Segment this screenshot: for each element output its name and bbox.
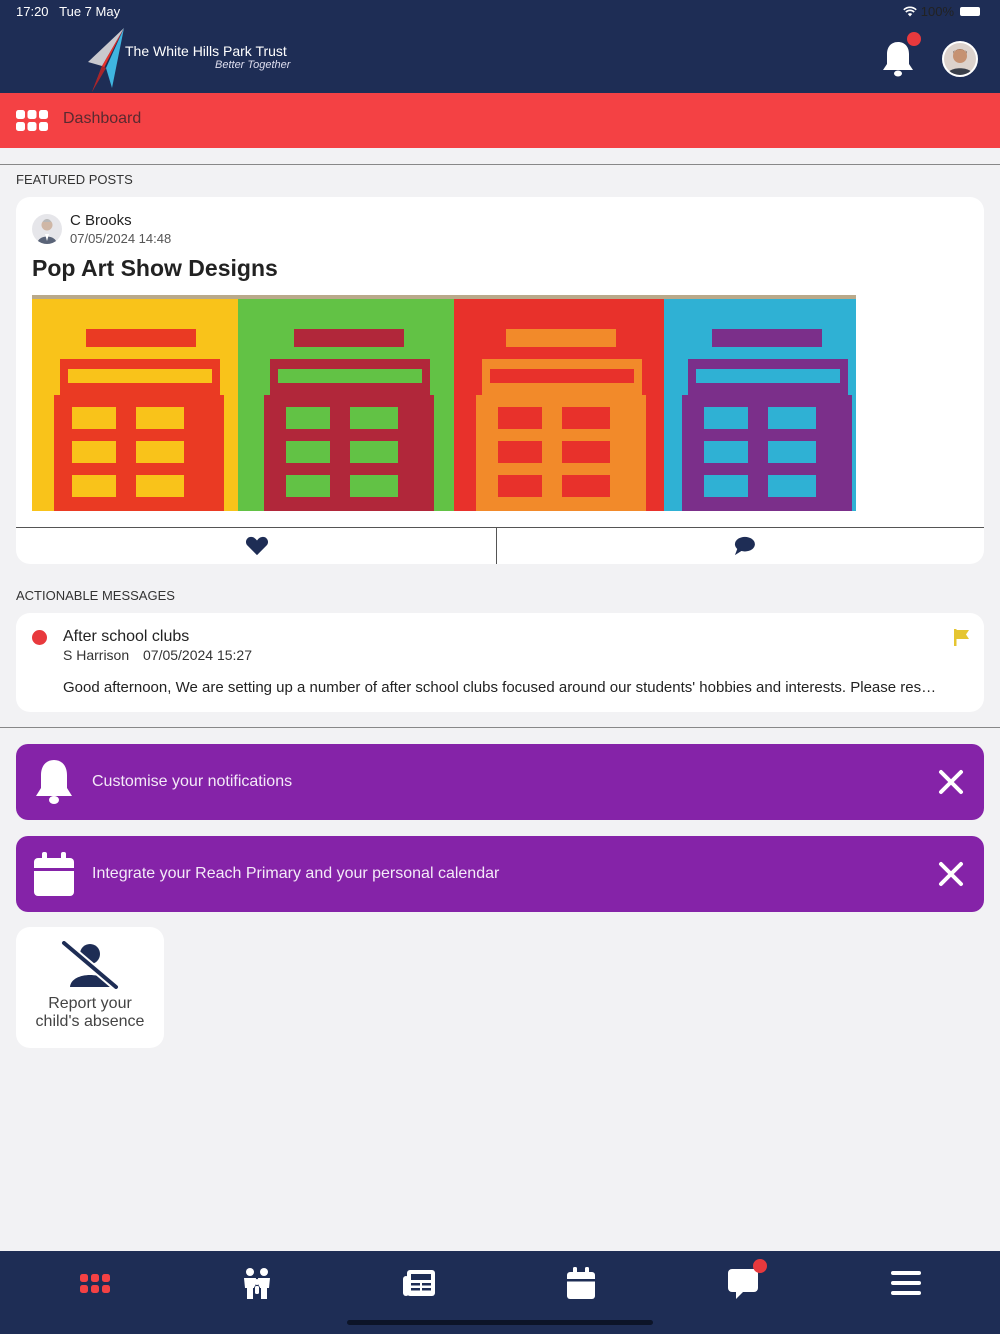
messages-badge bbox=[753, 1259, 767, 1273]
post-author-avatar bbox=[32, 214, 62, 244]
post-author: C Brooks bbox=[70, 212, 132, 229]
calendar-integration-banner[interactable]: Integrate your Reach Primary and your pe… bbox=[16, 836, 984, 912]
home-indicator bbox=[347, 1320, 653, 1325]
flag-icon[interactable] bbox=[954, 629, 970, 646]
message-title: After school clubs bbox=[63, 628, 190, 645]
post-actions-separator bbox=[496, 527, 497, 564]
person-off-icon bbox=[61, 941, 119, 989]
comment-icon[interactable] bbox=[731, 536, 757, 556]
calendar-icon bbox=[34, 852, 74, 896]
post-date: 07/05/2024 14:48 bbox=[70, 231, 172, 246]
pop-art-image bbox=[32, 295, 856, 511]
banner-text: Customise your notifications bbox=[92, 773, 293, 790]
post-title[interactable]: Pop Art Show Designs bbox=[32, 255, 278, 282]
dashboard-bar bbox=[0, 93, 1000, 148]
message-preview: Good afternoon, We are setting up a numb… bbox=[63, 679, 937, 696]
news-icon[interactable] bbox=[402, 1266, 436, 1300]
section-divider-2 bbox=[0, 727, 1000, 728]
status-date: Tue 7 May bbox=[59, 4, 121, 19]
status-right: 100% bbox=[902, 4, 980, 19]
notifications-bell-icon[interactable] bbox=[880, 40, 916, 78]
heart-icon[interactable] bbox=[244, 536, 270, 556]
calendar-icon[interactable] bbox=[564, 1266, 598, 1300]
battery-percent: 100% bbox=[920, 4, 954, 19]
author-photo-icon bbox=[37, 219, 57, 244]
tile-label: Report your child's absence bbox=[35, 995, 145, 1030]
status-time-date: 17:20 Tue 7 May bbox=[16, 4, 120, 19]
section-divider bbox=[0, 164, 1000, 165]
notification-badge bbox=[907, 32, 921, 46]
wifi-icon bbox=[902, 6, 917, 17]
report-absence-tile[interactable]: Report your child's absence bbox=[16, 927, 164, 1048]
menu-icon[interactable] bbox=[889, 1266, 923, 1300]
org-tagline: Better Together bbox=[215, 59, 291, 71]
featured-posts-label: FEATURED POSTS bbox=[16, 172, 133, 187]
logo-icon bbox=[88, 28, 124, 92]
battery-icon bbox=[960, 7, 980, 16]
org-name: The White Hills Park Trust bbox=[125, 43, 287, 59]
unread-indicator bbox=[32, 630, 47, 645]
bell-icon bbox=[36, 760, 72, 804]
status-time: 17:20 bbox=[16, 4, 49, 19]
post-image[interactable] bbox=[32, 295, 856, 511]
customise-notifications-banner[interactable]: Customise your notifications bbox=[16, 744, 984, 820]
close-icon[interactable] bbox=[938, 769, 964, 795]
actionable-messages-label: ACTIONABLE MESSAGES bbox=[16, 588, 175, 603]
grid-icon[interactable] bbox=[16, 110, 48, 131]
message-date: 07/05/2024 15:27 bbox=[143, 647, 252, 663]
page-title: Dashboard bbox=[63, 110, 142, 127]
user-avatar[interactable] bbox=[942, 41, 978, 77]
close-icon[interactable] bbox=[938, 861, 964, 887]
post-actions-divider bbox=[16, 527, 984, 528]
message-sender: S Harrison bbox=[63, 647, 130, 663]
family-icon[interactable] bbox=[240, 1266, 274, 1300]
home-grid-icon[interactable] bbox=[78, 1266, 112, 1300]
banner-text: Integrate your Reach Primary and your pe… bbox=[92, 865, 500, 882]
avatar-face-icon bbox=[944, 43, 976, 75]
